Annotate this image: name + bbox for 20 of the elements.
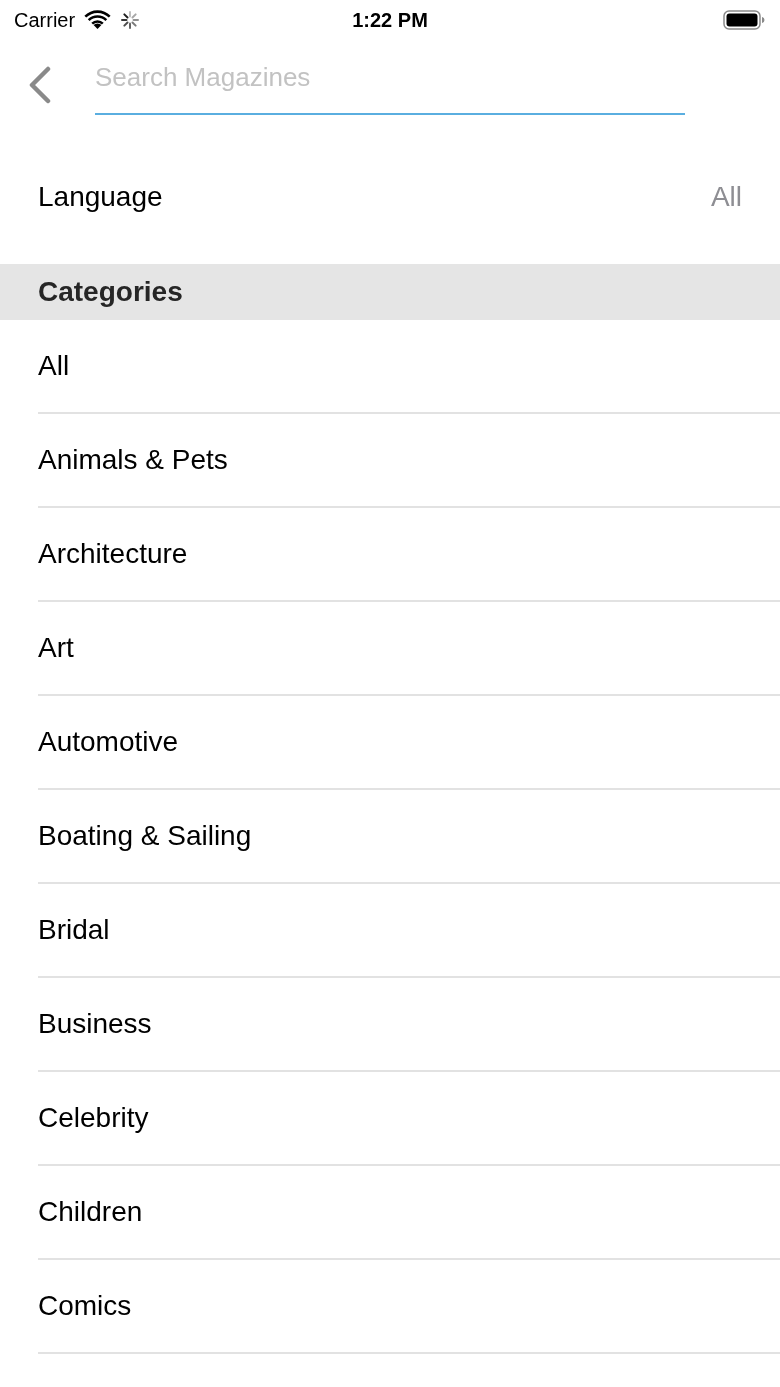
loading-spinner-icon	[120, 10, 141, 30]
category-item[interactable]: Bridal	[38, 884, 780, 978]
language-label: Language	[38, 180, 163, 214]
wifi-icon	[84, 10, 112, 30]
category-item[interactable]: All	[38, 320, 780, 414]
search-field[interactable]: Search Magazines	[95, 55, 685, 115]
battery-icon	[723, 10, 765, 30]
category-item[interactable]: Children	[38, 1166, 780, 1260]
status-time: 1:22 PM	[352, 10, 428, 30]
category-item[interactable]: Business	[38, 978, 780, 1072]
category-item[interactable]: Automotive	[38, 696, 780, 790]
category-item[interactable]: Celebrity	[38, 1072, 780, 1166]
category-item[interactable]: Boating & Sailing	[38, 790, 780, 884]
category-item[interactable]: Comics	[38, 1260, 780, 1354]
section-title: Categories	[38, 275, 183, 309]
carrier-label: Carrier	[14, 10, 76, 30]
back-chevron-icon	[27, 66, 51, 104]
category-item[interactable]: Art	[38, 602, 780, 696]
category-item[interactable]: Animals & Pets	[38, 414, 780, 508]
category-item[interactable]: Architecture	[38, 508, 780, 602]
